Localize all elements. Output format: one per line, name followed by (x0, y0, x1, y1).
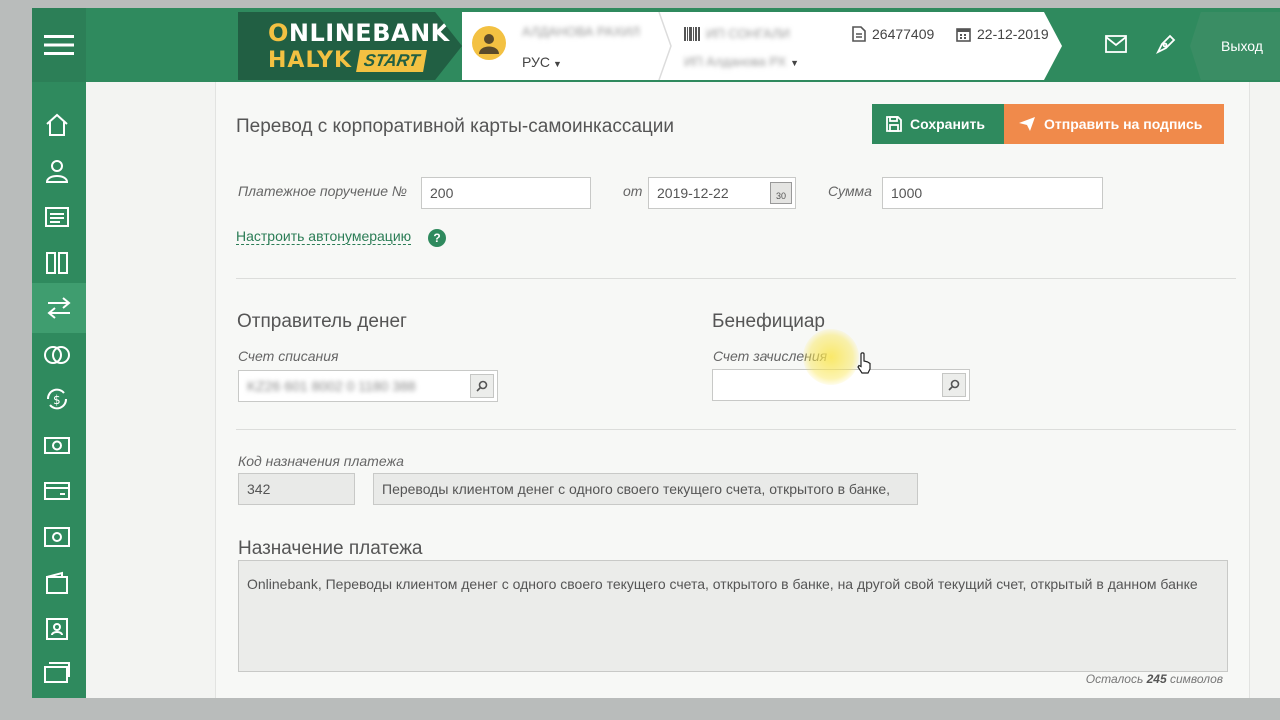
company-selector[interactable]: ИП Алданова РХ ▼ (684, 54, 799, 69)
calendar-icon (956, 27, 971, 42)
sender-section-title: Отправитель денег (237, 311, 407, 332)
pen-icon (1155, 34, 1176, 55)
company-info: ИП СОНГАЛИ (684, 26, 790, 41)
payment-order-input[interactable]: 200 (421, 177, 591, 209)
client-id: 26477409 (852, 26, 934, 42)
purpose-code-description: Переводы клиентом денег с одного своего … (373, 473, 918, 505)
help-icon[interactable]: ? (428, 229, 446, 247)
sign-button[interactable] (1152, 30, 1180, 58)
barcode-icon (684, 26, 700, 41)
columns-icon (46, 252, 68, 274)
sidebar-item-card-list[interactable] (42, 658, 72, 688)
page-title: Перевод с корпоративной карты-самоинкасс… (236, 116, 675, 137)
onlinebank-logo[interactable]: ONLINEBANK HALYK START (238, 12, 462, 80)
credit-account-input[interactable] (712, 369, 970, 401)
session-date: 22-12-2019 (956, 26, 1049, 42)
send-for-signature-button[interactable]: Отправить на подпись (1004, 104, 1224, 144)
autonumber-settings-link[interactable]: Настроить автонумерацию (236, 228, 412, 245)
debit-account-input[interactable]: KZ26 601 8002 0 1180 388 (238, 370, 498, 402)
send-icon (1019, 117, 1035, 131)
section-divider (236, 429, 1236, 430)
search-icon (948, 379, 960, 391)
payment-order-label: Платежное поручение № (238, 183, 408, 199)
logout-button[interactable]: Выход (1190, 12, 1280, 80)
top-header: ONLINEBANK HALYK START АЛДАНОВА РАХИЛ РУ… (86, 8, 1280, 82)
sidebar-item-profile[interactable] (42, 156, 72, 186)
user-bar: АЛДАНОВА РАХИЛ РУС ▼ ИП СОНГАЛИ ИП Алдано… (462, 12, 1062, 80)
transfer-form: Перевод с корпоративной карты-самоинкасс… (215, 82, 1250, 698)
amount-input[interactable]: 1000 (882, 177, 1103, 209)
purpose-code-label: Код назначения платежа (238, 453, 404, 469)
company-name: ИП СОНГАЛИ (706, 26, 790, 41)
document-icon (45, 207, 69, 227)
card-icon (44, 482, 70, 500)
wallet-icon (46, 571, 68, 594)
home-icon (46, 113, 68, 136)
cards-icon (44, 662, 70, 683)
amount-label: Сумма (828, 183, 872, 199)
safe-icon (44, 527, 70, 547)
from-date-label: от (623, 183, 643, 199)
credit-account-label: Счет зачисления (713, 348, 828, 364)
user-avatar-icon (479, 34, 499, 54)
sidebar-item-safe[interactable] (42, 522, 72, 552)
sidebar-item-home[interactable] (42, 110, 72, 140)
currency-exchange-icon: $ (46, 388, 68, 410)
sidebar-item-transfers[interactable] (32, 283, 86, 333)
header-divider (658, 12, 672, 80)
transfer-icon (47, 297, 71, 319)
purpose-code-input[interactable]: 342 (238, 473, 355, 505)
date-input[interactable]: 2019-12-22 30 (648, 177, 796, 209)
svg-text:$: $ (53, 393, 61, 407)
logo-line-onlinebank: ONLINEBANK (268, 19, 450, 47)
user-name: АЛДАНОВА РАХИЛ (522, 24, 641, 39)
menu-icon (44, 35, 74, 55)
cash-icon (44, 437, 70, 454)
app-window: $ ONLINEBANK HALYK START АЛДАНОВА РАХИЛ … (32, 8, 1280, 698)
coins-icon (44, 346, 70, 364)
sidebar-item-cards[interactable] (42, 476, 72, 506)
section-divider (236, 278, 1236, 279)
credit-account-search-button[interactable] (942, 373, 966, 397)
sidebar: $ (32, 8, 86, 698)
sidebar-item-deposits[interactable] (42, 340, 72, 370)
beneficiary-section-title: Бенефициар (712, 311, 825, 332)
sidebar-item-contacts[interactable] (42, 614, 72, 644)
menu-button[interactable] (32, 8, 86, 82)
remaining-characters: Осталось 245 символов (1085, 672, 1223, 686)
messages-button[interactable] (1102, 30, 1130, 58)
hand-cursor-icon (857, 352, 871, 374)
sidebar-item-accounts[interactable] (42, 248, 72, 278)
debit-account-label: Счет списания (238, 348, 339, 364)
sidebar-item-currency-exchange[interactable]: $ (42, 384, 72, 414)
sidebar-item-documents[interactable] (42, 202, 72, 232)
logo-line-halyk: HALYK START (268, 48, 462, 73)
sidebar-item-cash[interactable] (42, 430, 72, 460)
debit-account-search-button[interactable] (470, 374, 494, 398)
save-icon (886, 116, 902, 132)
calendar-button[interactable]: 30 (770, 182, 792, 204)
user-icon (45, 160, 69, 183)
id-card-icon (46, 618, 68, 640)
save-button[interactable]: Сохранить (872, 104, 1004, 144)
sidebar-item-wallet[interactable] (42, 568, 72, 598)
language-selector[interactable]: РУС ▼ (522, 54, 562, 70)
avatar[interactable] (472, 26, 506, 60)
file-icon (852, 26, 866, 42)
payment-purpose-textarea[interactable]: Onlinebank, Переводы клиентом денег с од… (238, 560, 1228, 672)
mail-icon (1105, 35, 1127, 53)
payment-purpose-title: Назначение платежа (238, 538, 423, 559)
search-icon (476, 380, 488, 392)
